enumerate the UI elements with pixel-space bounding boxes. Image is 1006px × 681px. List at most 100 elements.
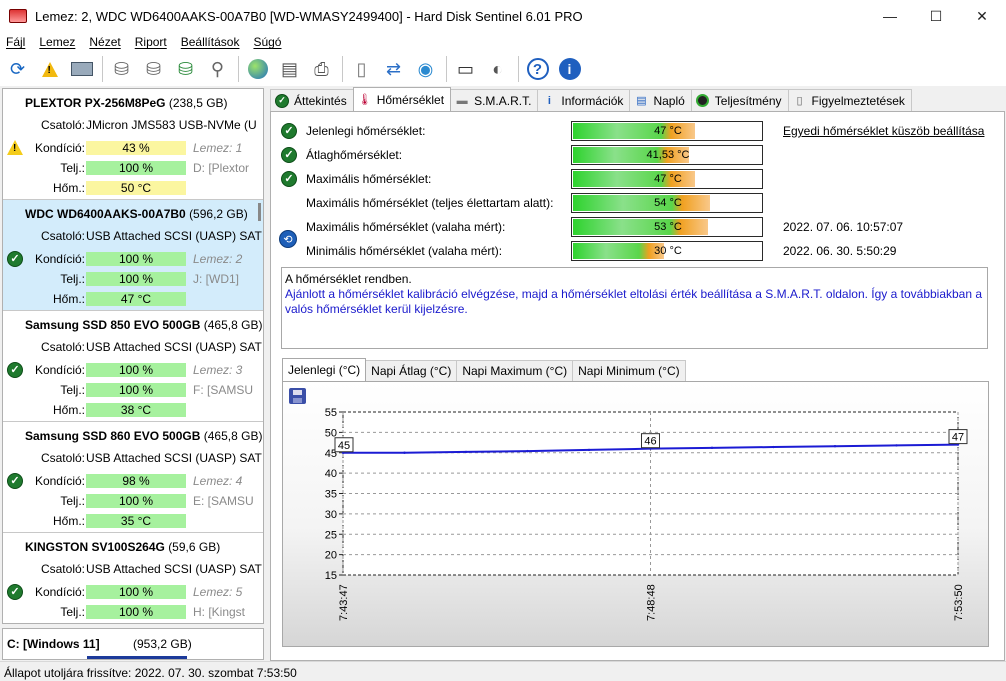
timestamp: 2022. 06. 30. 5:50:29 — [783, 244, 897, 258]
data-point — [772, 445, 775, 449]
title-bar: Lemez: 2, WDC WD6400AAKS-00A7B0 [WD-WMAS… — [0, 0, 1006, 32]
laptop-icon[interactable]: ▭ — [452, 56, 479, 83]
print-icon[interactable]: ⎙ — [308, 56, 335, 83]
temperature-bar: 47 °C — [571, 121, 763, 141]
partition-usage-bar — [87, 656, 187, 659]
data-label: 47 — [952, 432, 964, 444]
disk-number: Lemez: 3 — [193, 363, 243, 377]
temperature-row: Maximális hőmérséklet (valaha mért): 53 °… — [281, 217, 996, 237]
web-icon[interactable] — [244, 56, 271, 83]
tab-temperature[interactable]: 🌡 Hőmérséklet — [352, 87, 452, 111]
alert-icon[interactable]: ! — [36, 56, 63, 83]
performance-label: Telj.: — [60, 161, 85, 175]
temperature-row: Maximális hőmérséklet (teljes élettartam… — [281, 193, 996, 213]
sound-icon[interactable]: ◐ — [484, 56, 511, 83]
disk-number: Lemez: 5 — [193, 585, 243, 599]
disk-size: (59,6 GB) — [168, 540, 221, 554]
sync-icon[interactable]: ⇄ — [380, 56, 407, 83]
custom-threshold-link[interactable]: Egyedi hőmérséklet küszöb beállítása — [783, 124, 984, 138]
disk-size: (465,8 GB) — [203, 429, 263, 443]
y-tick-label: 20 — [325, 550, 337, 562]
y-tick-label: 25 — [325, 529, 337, 541]
surface-test-icon[interactable]: ⛁ — [140, 56, 167, 83]
app-logo-icon — [9, 9, 27, 23]
tab-performance[interactable]: Teljesítmény — [690, 89, 789, 111]
info-icon[interactable]: i — [556, 56, 583, 83]
performance-label: Telj.: — [60, 605, 85, 619]
data-point — [710, 446, 714, 450]
menu-view[interactable]: Nézet — [83, 35, 128, 49]
connection-label: Csatoló: — [40, 229, 85, 243]
temperature-bar: 50 °C — [86, 181, 186, 195]
health-bar: 100 % — [86, 363, 186, 377]
document-icon[interactable]: ▯ — [348, 56, 375, 83]
data-label: 46 — [644, 436, 656, 448]
data-point — [895, 444, 898, 447]
refresh-icon[interactable]: ⟳ — [4, 56, 31, 83]
send-report-icon[interactable]: ▤ — [276, 56, 303, 83]
disk-name: Samsung SSD 850 EVO 500GB — [25, 318, 201, 332]
info-icon: i — [547, 94, 551, 107]
connection-label: Csatoló: — [40, 562, 85, 576]
ok-icon: ✓ — [7, 584, 23, 600]
close-button[interactable]: ✕ — [959, 0, 1005, 32]
tab-information[interactable]: i Információk — [537, 89, 631, 111]
connection-value: USB Attached SCSI (UASP) SAT — [86, 562, 262, 576]
disk-test-icon[interactable]: ⛁ — [108, 56, 135, 83]
temperature-row: ✓ Maximális hőmérséklet: 47 °C — [281, 169, 996, 189]
drive-letter: E: [SAMSU — [193, 494, 254, 508]
temperature-label: Minimális hőmérséklet (valaha mért): — [306, 244, 503, 258]
disk-size: (596,2 GB) — [189, 207, 248, 221]
disk-name: KINGSTON SV100S264G — [25, 540, 165, 554]
connection-value: USB Attached SCSI (UASP) SAT — [86, 340, 262, 354]
performance-label: Telj.: — [60, 494, 85, 508]
disk-name: WDC WD6400AAKS-00A7B0 — [25, 207, 186, 221]
health-bar: 43 % — [86, 141, 186, 155]
temperature-label: Átlaghőmérséklet: — [306, 148, 403, 162]
tab-smart[interactable]: ▬ S.M.A.R.T. — [450, 89, 539, 111]
graph-tab-daily-average[interactable]: Napi Átlag (°C) — [365, 360, 458, 381]
menu-help[interactable]: Súgó — [247, 35, 289, 49]
temperature-row: Minimális hőmérséklet (valaha mért): 30 °… — [281, 241, 996, 261]
tab-overview[interactable]: ✓ Áttekintés — [270, 89, 354, 111]
scrollbar-thumb[interactable] — [258, 203, 261, 221]
health-label: Kondíció: — [34, 141, 85, 155]
performance-bar: 100 % — [86, 272, 186, 286]
tab-log[interactable]: ▤ Napló — [629, 89, 692, 111]
data-point — [464, 450, 468, 454]
disk-info-icon[interactable] — [68, 56, 95, 83]
menu-settings[interactable]: Beállítások — [175, 35, 248, 49]
minimize-button[interactable]: — — [867, 0, 913, 32]
partition-list[interactable]: C: [Windows 11] (953,2 GB) — [2, 628, 264, 660]
check-icon: ✓ — [275, 93, 289, 108]
health-bar: 98 % — [86, 474, 186, 488]
graph-tab-daily-minimum[interactable]: Napi Minimum (°C) — [572, 360, 686, 381]
tab-alerts[interactable]: ▯ Figyelmeztetések — [787, 89, 912, 111]
alerts-icon: ▯ — [796, 95, 803, 107]
check-disk-icon[interactable]: ⛁ — [172, 56, 199, 83]
help-icon[interactable]: ? — [524, 56, 551, 83]
performance-label: Telj.: — [60, 383, 85, 397]
network-icon[interactable]: ◉ — [412, 56, 439, 83]
menu-report[interactable]: Riport — [129, 35, 175, 49]
disk-item[interactable]: PLEXTOR PX-256M8PeG (238,5 GB) Csatoló: J… — [3, 89, 263, 200]
data-point — [833, 445, 837, 448]
graph-tab-daily-maximum[interactable]: Napi Maximum (°C) — [456, 360, 574, 381]
y-tick-label: 40 — [325, 468, 337, 480]
disk-item[interactable]: Samsung SSD 850 EVO 500GB (465,8 GB) Csa… — [3, 311, 263, 422]
x-tick-label: 7:43:47 — [338, 584, 350, 621]
temperature-bar: 38 °C — [86, 403, 186, 417]
temperature-value: 30 °C — [654, 245, 682, 257]
connection-value: JMicron JMS583 USB-NVMe (U — [86, 118, 257, 132]
graph-tab-current[interactable]: Jelenlegi (°C) — [282, 358, 367, 381]
disk-item-selected[interactable]: WDC WD6400AAKS-00A7B0 (596,2 GB) Csatoló… — [3, 200, 263, 311]
disk-item[interactable]: KINGSTON SV100S264G (59,6 GB) Csatoló: US… — [3, 533, 263, 623]
disk-item[interactable]: Samsung SSD 860 EVO 500GB (465,8 GB) Csa… — [3, 422, 263, 533]
menu-disk[interactable]: Lemez — [33, 35, 83, 49]
connection-value: USB Attached SCSI (UASP) SAT — [86, 451, 262, 465]
reset-icon[interactable]: ⟲ — [279, 230, 297, 248]
menu-file[interactable]: Fájl — [0, 35, 33, 49]
ok-icon: ✓ — [7, 362, 23, 378]
search-disk-icon[interactable]: ⚲ — [204, 56, 231, 83]
maximize-button[interactable]: ☐ — [913, 0, 959, 32]
